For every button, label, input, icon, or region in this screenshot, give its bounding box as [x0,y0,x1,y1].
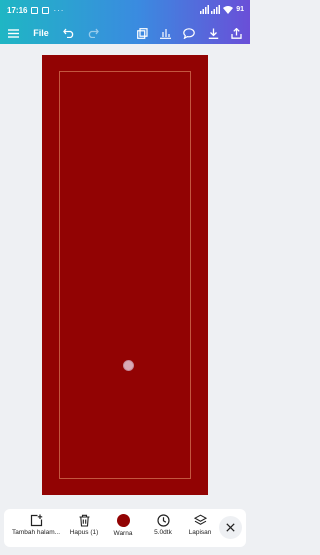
duration-label: 5.0dtk [154,529,172,536]
redo-button[interactable] [85,25,101,41]
status-bar: 17:16 ··· 91 [0,0,250,22]
download-icon [208,28,218,39]
duplicate-icon [136,27,148,39]
duration-button[interactable]: 5.0dtk [145,514,181,536]
add-page-button[interactable]: Tambah halam... [8,514,64,536]
add-page-icon [30,514,42,527]
undo-button[interactable] [61,25,77,41]
status-time: 17:16 [7,6,28,15]
share-button[interactable] [228,25,244,41]
signal-icon [200,5,221,14]
menu-button[interactable] [5,25,21,41]
comment-icon [183,27,195,39]
undo-icon [63,28,74,38]
page-indicator-handle[interactable] [123,360,134,371]
layers-button[interactable]: Lapisan [182,514,218,536]
notification-icon [42,7,50,14]
color-swatch [116,514,130,527]
color-label: Warna [113,530,133,537]
more-notifications-icon: ··· [53,6,65,15]
delete-page-button[interactable]: Hapus (1) [66,514,102,536]
color-button[interactable]: Warna [108,514,138,537]
duplicate-page-button[interactable] [134,25,150,41]
comment-button[interactable] [181,25,197,41]
close-button[interactable] [219,516,242,539]
clock-icon [156,514,170,527]
design-canvas[interactable] [0,44,250,509]
wifi-icon [223,6,234,14]
file-menu-button[interactable]: File [30,25,52,41]
chart-icon [159,28,171,39]
trash-icon [79,514,89,527]
layers-label: Lapisan [188,529,212,536]
screenshot-icon [31,7,39,14]
download-button[interactable] [205,25,221,41]
bottom-toolbar: Tambah halam... Hapus (1) Warna 5.0dtk L… [4,509,246,547]
margin-guide [59,71,191,479]
menu-icon [7,28,19,38]
insights-button[interactable] [157,25,173,41]
close-icon [226,523,235,532]
battery-level: 91 [236,6,244,13]
share-icon [230,27,242,39]
layers-icon [193,514,207,525]
add-page-label: Tambah halam... [11,529,61,536]
redo-icon [88,28,99,38]
editor-toolbar: File [0,22,250,44]
delete-page-label: Hapus (1) [69,529,99,536]
design-page[interactable] [42,55,208,495]
